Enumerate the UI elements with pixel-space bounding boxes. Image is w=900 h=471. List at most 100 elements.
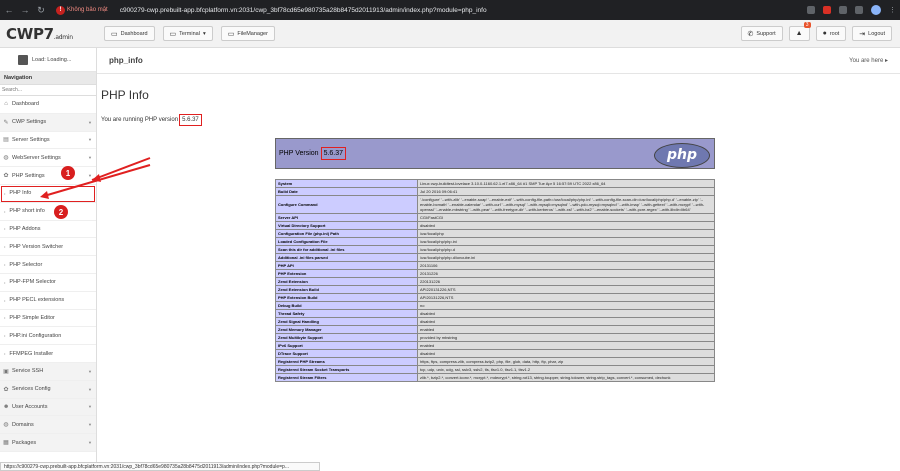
sidebar-item-php-addons[interactable]: PHP Addons: [0, 221, 96, 239]
chevron-down-icon: ▼: [88, 404, 92, 410]
sidebar-item-webserver-settings[interactable]: ◍ WebServer Settings ▼: [0, 149, 96, 168]
dashboard-button[interactable]: ▭ Dashboard: [104, 26, 155, 41]
menu-icon[interactable]: ⋮: [889, 6, 896, 14]
forward-icon[interactable]: →: [20, 5, 30, 15]
sidebar-item-php-selector[interactable]: PHP Selector: [0, 256, 96, 274]
terminal-button[interactable]: ▭ Terminal ▾: [162, 26, 213, 41]
sidebar-item-user-accounts[interactable]: ☻ User Accounts ▼: [0, 398, 96, 417]
puzzle-icon[interactable]: [855, 6, 863, 14]
breadcrumb: php_info You are here ▸: [97, 48, 900, 74]
table-row: Zend Extension Build API220131226,NTS: [275, 285, 715, 294]
nav-title: Navigation: [0, 72, 96, 85]
sidebar-item-php-fpm-selector[interactable]: PHP-FPM Selector: [0, 274, 96, 292]
sidebar-item-ffmpeg-installer[interactable]: FFMPEG Installer: [0, 345, 96, 363]
phpinfo-header: PHP Version 5.6.37 php: [275, 138, 715, 169]
sidebar-item-php-short-info[interactable]: PHP short info: [0, 203, 96, 221]
sidebar-search: [0, 85, 96, 96]
chevron-down-icon: ▾: [202, 30, 206, 37]
table-row: Zend Memory Manager enabled: [275, 325, 715, 334]
chevron-down-icon: ▼: [88, 173, 92, 179]
sidebar-item-php-ini-configuration[interactable]: PHP.ini Configuration: [0, 327, 96, 346]
row-value: tcp, udp, unix, udg, ssl, sslv3, sslv2, …: [417, 365, 715, 374]
extension-icon[interactable]: [823, 6, 831, 14]
extension-icon[interactable]: [839, 6, 847, 14]
sidebar-item-domains[interactable]: ◍ Domains ▼: [0, 416, 96, 435]
sidebar-item-php-info[interactable]: PHP Info: [0, 184, 96, 203]
row-key: Zend Signal Handling: [275, 317, 418, 326]
sidebar-item-services-config[interactable]: ✿ Services Config ▼: [0, 380, 96, 399]
security-indicator[interactable]: ! Không bảo mật: [56, 5, 108, 15]
search-input[interactable]: [2, 86, 94, 94]
row-key: PHP API: [275, 261, 418, 270]
sidebar-item-label: Server Settings: [12, 136, 50, 143]
sidebar-item-label: User Accounts: [12, 403, 48, 410]
sidebar-item-label: PHP Simple Editor: [9, 314, 55, 321]
user-button[interactable]: ● root: [815, 26, 847, 41]
sidebar-item-dashboard[interactable]: ⌂ Dashboard: [0, 96, 96, 114]
logout-button[interactable]: ⇥ Logout: [852, 26, 892, 41]
row-key: Registered Stream Filters: [275, 373, 418, 382]
sidebar-item-service-ssh[interactable]: ▣ Service SSH ▼: [0, 362, 96, 381]
notifications-button[interactable]: ▲ 3: [788, 22, 811, 41]
sidebar-item-php-version-switcher[interactable]: PHP Version Switcher: [0, 238, 96, 257]
extension-icon[interactable]: [807, 6, 815, 14]
support-button[interactable]: ✆ Support: [740, 26, 783, 41]
chevron-down-icon: ▼: [88, 386, 92, 392]
sidebar-item-label: PHP PECL extensions: [9, 297, 65, 304]
row-key: Zend Multibyte Support: [275, 333, 418, 342]
back-icon[interactable]: ←: [4, 5, 14, 15]
row-key: Scan this dir for additional .ini files: [275, 245, 418, 254]
sidebar-item-label: Service SSH: [12, 368, 44, 375]
table-row: Loaded Configuration File/usr/local/php/…: [275, 237, 715, 246]
notification-badge: 3: [803, 22, 811, 28]
table-row: Registered PHP Streams https, ftps, compr…: [275, 357, 715, 366]
terminal-icon: ▣: [3, 368, 9, 375]
row-value: CGI/FastCGI: [417, 213, 715, 222]
table-row: Zend Signal Handling disabled: [275, 317, 715, 326]
sidebar-item-php-simple-editor[interactable]: PHP Simple Editor: [0, 310, 96, 328]
row-value: /usr/local/php: [417, 229, 715, 238]
row-value: 20131226: [417, 269, 715, 278]
chevron-down-icon: ▼: [88, 137, 92, 143]
row-value: Jul 20 2016 09:06:41: [417, 187, 715, 196]
row-value: https, ftps, compress.zlib, compress.bzi…: [417, 357, 715, 366]
gear-icon: ✿: [3, 173, 9, 180]
sidebar-item-label: PHP Addons: [9, 225, 41, 232]
filemanager-button[interactable]: ▭ FileManager: [220, 26, 275, 41]
sidebar-item-label: PHP Settings: [12, 172, 45, 179]
sidebar-item-label: CWP Settings: [12, 119, 47, 126]
cwp-logo[interactable]: CWP7.admin: [0, 25, 96, 43]
page-title: PHP Info: [101, 88, 149, 102]
table-row: Build Date Jul 20 2016 09:06:41: [275, 187, 715, 196]
sidebar-item-label: PHP Info: [9, 190, 32, 197]
row-value: /usr/local/php/php.ini: [417, 237, 715, 246]
sidebar-item-packages[interactable]: ▦ Packages ▼: [0, 434, 96, 452]
sidebar-item-cwp-settings[interactable]: ✎ CWP Settings ▼: [0, 113, 96, 132]
address-bar[interactable]: c900279-cwp.prebuilt-app.bfcplatform.vn:…: [120, 7, 487, 14]
chevron-down-icon: ▼: [88, 155, 92, 161]
users-icon: ☻: [3, 403, 10, 410]
sidebar-item-label: PHP Selector: [9, 261, 43, 268]
row-value: enabled: [417, 341, 715, 350]
row-value: zlib.*, bzip2.*, convert.iconv.*, mcrypt…: [417, 373, 715, 382]
main-content: php_info You are here ▸ PHP Info You are…: [97, 48, 900, 462]
profile-avatar[interactable]: [871, 5, 881, 15]
row-key: DTrace Support: [275, 349, 418, 358]
sidebar-item-server-settings[interactable]: ▤ Server Settings ▼: [0, 132, 96, 150]
sidebar-item-php-settings[interactable]: ✿ PHP Settings ▼: [0, 167, 96, 185]
version-highlight: 5.6.37: [179, 114, 202, 126]
table-row: Scan this dir for additional .ini files /…: [275, 245, 715, 254]
reload-icon[interactable]: ↻: [36, 5, 46, 16]
browser-toolbar: ← → ↻ ! Không bảo mật c900279-cwp.prebui…: [0, 0, 900, 20]
row-key: Zend Extension Build: [275, 285, 418, 294]
running-version-text: You are running PHP version 5.6.37: [101, 114, 202, 126]
sidebar-item-php-pecl-extensions[interactable]: PHP PECL extensions: [0, 292, 96, 310]
table-row: Registered Stream Socket Transports tcp, …: [275, 365, 715, 374]
table-row: PHP API 20131106: [275, 261, 715, 270]
user-icon: ●: [822, 30, 827, 37]
chevron-down-icon: ▼: [88, 119, 92, 125]
row-key: Configure Command: [275, 195, 418, 214]
row-value: 220131226: [417, 277, 715, 286]
bell-icon: ▲: [795, 30, 803, 37]
you-are-here[interactable]: You are here ▸: [849, 57, 888, 64]
